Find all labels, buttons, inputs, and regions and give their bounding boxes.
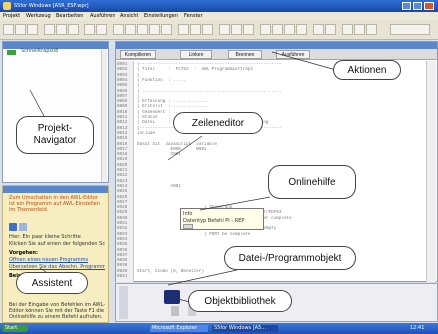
callout-objektbibliothek: Objektbibliothek xyxy=(188,290,292,312)
callout-aktionen: Aktionen xyxy=(333,60,401,80)
callout-datei-programmobjekt: Datei-/Programmobjekt xyxy=(224,246,356,270)
callout-projekt-navigator: Projekt- Navigator xyxy=(16,116,94,154)
callout-assistent: Assistent xyxy=(16,272,88,294)
callout-onlinehilfe: Onlinehilfe xyxy=(268,165,356,199)
callout-zeileneditor: Zeileneditor xyxy=(173,112,263,134)
